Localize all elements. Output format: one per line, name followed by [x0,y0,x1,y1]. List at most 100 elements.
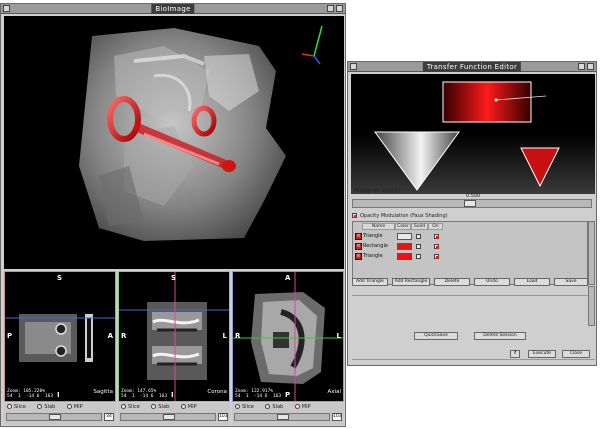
bioimage-titlebar[interactable]: BioImage [1,4,345,14]
col-header-on: On [428,223,443,230]
add-rectangle-button[interactable]: Add Rectangle [392,278,430,286]
coronal-left-label: R [121,332,127,340]
widget-on-checkbox[interactable] [434,244,439,249]
tfe-window-menu-button[interactable] [350,63,357,70]
coronal-controls: Slice Slab MIP 103 [118,403,230,425]
histogram-opacity-label: Histogram Opacity [354,188,401,194]
sagittal-slice-slider[interactable] [6,413,102,421]
remove-widget-icon[interactable]: × [355,233,362,240]
widget-table: Name Color Solid On × Triangle × Rectang… [352,221,588,285]
close-button[interactable]: Close [562,350,590,358]
axial-slice-number[interactable]: 103 [332,413,342,421]
coronal-slab-radio[interactable]: Slab [151,404,169,410]
delete-button[interactable]: Delete [434,278,470,286]
axial-slider-thumb[interactable] [277,414,289,420]
axial-top-label: A [285,274,291,282]
col-header-name: Name [362,223,395,230]
axial-slice-radio[interactable]: Slice [235,404,254,410]
sagittal-slab-radio[interactable]: Slab [37,404,55,410]
save-button[interactable]: Save [554,278,588,286]
volume-render-image [79,25,323,241]
axial-controls: Slice Slab MIP 103 [232,403,344,425]
sagittal-view-name: Sagitta [93,389,113,395]
opacity-modulation-toggle[interactable]: Opacity Modulation (Faux Shading) [352,213,448,219]
bioimage-title: BioImage [151,4,195,14]
coronal-view[interactable]: S R L I Zoom: 147.65% 54 1 -14 6 163 Cor… [118,271,230,402]
sagittal-slider-thumb[interactable] [49,414,61,420]
session-list-scrollbar[interactable] [588,286,595,326]
quicksave-button[interactable]: QuickSave [414,332,458,340]
opacity-modulation-label: Opacity Modulation (Faux Shading) [360,213,448,219]
add-triangle-button[interactable]: Add Triangle [352,278,388,286]
coronal-image [119,272,229,401]
opacity-modulation-checkbox[interactable] [352,213,357,218]
widget-solid-checkbox[interactable] [416,244,421,249]
delete-session-button[interactable]: Delete Session [474,332,526,340]
widget-color-swatch[interactable] [397,233,412,240]
tfe-minimize-button[interactable] [578,63,585,70]
sagittal-top-label: S [57,274,63,282]
coronal-view-name: Corona [207,389,227,395]
axial-slice-slider[interactable] [234,413,330,421]
widget-table-scrollbar[interactable] [588,221,595,285]
col-header-color: Color [395,223,411,230]
remove-widget-icon[interactable]: × [355,243,362,250]
remove-widget-icon[interactable]: × [355,253,362,260]
sagittal-view[interactable]: S P A I Zoom: 105.220% 54 1 -14 6 163 Sa… [4,271,116,402]
volume-render-view[interactable] [4,16,344,269]
coronal-slider-thumb[interactable] [163,414,175,420]
bioimage-window: BioImage S P A I Zoom: 105.220% 54 1 -14… [0,3,346,427]
widget-solid-checkbox[interactable] [416,234,421,239]
axial-mip-radio[interactable]: MIP [294,404,311,410]
maximize-button[interactable] [336,5,343,12]
load-button[interactable]: Load [514,278,550,286]
coronal-right-label: L [222,332,227,340]
execute-button[interactable]: Execute [528,350,556,358]
widget-row[interactable]: × Triangle [354,232,587,241]
sagittal-bottom-label: I [57,391,60,399]
undo-button[interactable]: Undo [474,278,510,286]
widget-color-swatch[interactable] [397,253,412,260]
window-menu-button[interactable] [3,5,10,12]
coronal-slice-number[interactable]: 103 [218,413,228,421]
widget-name[interactable]: Rectangle [363,242,388,251]
sagittal-slice-radio[interactable]: Slice [7,404,26,410]
transfer-function-editor-window: Transfer Function Editor Histogram Opaci… [347,61,597,366]
separator [352,359,595,360]
widget-color-swatch[interactable] [397,243,412,250]
help-button[interactable]: ? [510,350,520,358]
coronal-slice-slider[interactable] [120,413,216,421]
histogram-canvas[interactable] [351,74,595,194]
coronal-top-label: S [171,274,177,282]
sagittal-slice-number[interactable]: 34 [104,413,114,421]
tfe-title: Transfer Function Editor [422,62,522,72]
coronal-mip-radio[interactable]: MIP [180,404,197,410]
minimize-button[interactable] [327,5,334,12]
tfe-titlebar[interactable]: Transfer Function Editor [348,62,596,72]
widget-row[interactable]: × Triangle [354,252,587,261]
axial-view[interactable]: A R L P Zoom: 122.917% 54 1 -14 6 163 Ax… [232,271,344,402]
axial-view-name: Axial [327,389,341,395]
coronal-slice-radio[interactable]: Slice [121,404,140,410]
widget-on-checkbox[interactable] [434,254,439,259]
axial-left-label: R [235,332,241,340]
axial-bottom-label: P [285,391,291,399]
axial-right-label: L [336,332,341,340]
tfe-maximize-button[interactable] [587,63,594,70]
coronal-bottom-label: I [171,391,174,399]
widget-name[interactable]: Triangle [363,252,383,261]
coronal-mode-radios: Slice Slab MIP [121,404,207,412]
axial-info: Zoom: 122.917% 54 1 -14 6 163 [235,389,282,399]
widget-name[interactable]: Triangle [363,232,383,241]
axial-slab-radio[interactable]: Slab [265,404,283,410]
sagittal-controls: Slice Slab MIP 34 [4,403,116,425]
histogram-opacity-thumb[interactable] [464,200,476,207]
widget-on-checkbox[interactable] [434,234,439,239]
sagittal-left-label: P [7,332,13,340]
widget-solid-checkbox[interactable] [416,254,421,259]
sagittal-mip-radio[interactable]: MIP [66,404,83,410]
sagittal-image [5,314,115,362]
histogram-opacity-slider[interactable] [352,199,592,208]
histogram-image [351,81,595,194]
widget-row[interactable]: × Rectangle [354,242,587,251]
